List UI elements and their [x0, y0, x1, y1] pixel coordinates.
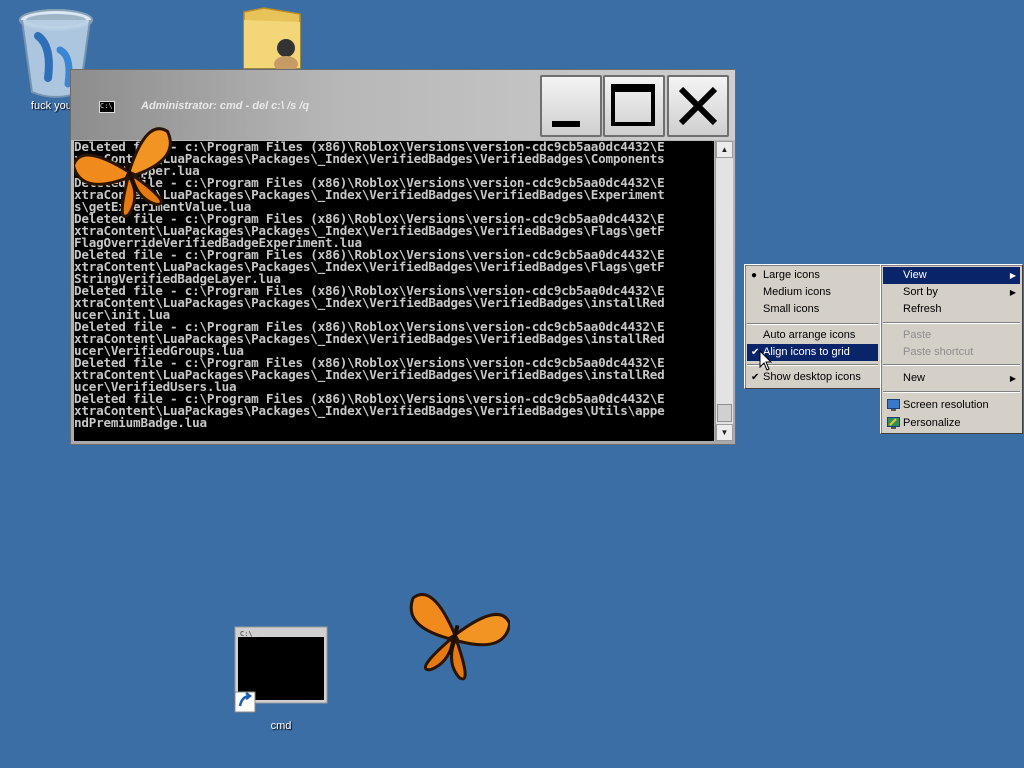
- scrollbar-thumb[interactable]: [717, 404, 732, 422]
- desktop-icon-label: cmd: [270, 720, 292, 732]
- window-title: Administrator: cmd - del c:\ /s /q: [141, 100, 310, 112]
- menu-item-paste[interactable]: Paste: [883, 327, 1020, 344]
- menu-item-view[interactable]: View ▶: [883, 267, 1020, 284]
- menu-item-small-icons[interactable]: Small icons: [747, 301, 878, 318]
- close-button[interactable]: [667, 75, 729, 137]
- user-folder-icon: [243, 7, 301, 70]
- cmd-app-icon: C:\: [99, 101, 115, 113]
- menu-item-new[interactable]: New ▶: [883, 370, 1020, 387]
- menu-item-paste-shortcut[interactable]: Paste shortcut: [883, 344, 1020, 361]
- menu-item-personalize[interactable]: Personalize: [883, 415, 1020, 432]
- menu-separator: [747, 323, 878, 325]
- minimize-icon: [552, 121, 580, 127]
- butterfly-icon: [409, 592, 510, 681]
- desktop-icon-user-folder[interactable]: [240, 6, 304, 70]
- personalize-icon: [887, 417, 900, 429]
- submenu-arrow-icon: ▶: [1009, 374, 1016, 383]
- svg-text:C:\_: C:\_: [240, 630, 258, 638]
- butterfly-icon: [74, 127, 172, 218]
- display-icon: [887, 399, 900, 411]
- menu-separator: [883, 391, 1020, 393]
- minimize-button[interactable]: [540, 75, 602, 137]
- menu-item-screen-resolution[interactable]: Screen resolution: [883, 397, 1020, 414]
- scroll-up-arrow-icon[interactable]: ▲: [716, 141, 733, 158]
- menu-item-sort-by[interactable]: Sort by ▶: [883, 284, 1020, 301]
- submenu-arrow-icon: ▶: [1009, 271, 1016, 280]
- desktop-icon-cmd-shortcut[interactable]: C:\_ cmd: [234, 626, 328, 732]
- bullet-icon: ●: [751, 270, 758, 281]
- vertical-scrollbar[interactable]: ▲ ▼: [715, 141, 733, 441]
- maximize-icon: [611, 84, 655, 126]
- close-icon: [678, 86, 718, 126]
- menu-item-refresh[interactable]: Refresh: [883, 301, 1020, 318]
- menu-separator: [883, 322, 1020, 324]
- menu-item-large-icons[interactable]: ● Large icons: [747, 267, 878, 284]
- menu-separator: [883, 364, 1020, 366]
- cmd-shortcut-icon: C:\_: [234, 626, 328, 713]
- menu-item-medium-icons[interactable]: Medium icons: [747, 284, 878, 301]
- mouse-cursor-icon: [759, 350, 773, 371]
- maximize-button[interactable]: [603, 75, 665, 137]
- desktop-context-menu[interactable]: View ▶ Sort by ▶ Refresh Paste Paste short…: [880, 264, 1023, 434]
- submenu-arrow-icon: ▶: [1009, 288, 1016, 297]
- scroll-down-arrow-icon[interactable]: ▼: [716, 424, 733, 441]
- menu-item-auto-arrange[interactable]: Auto arrange icons: [747, 327, 878, 344]
